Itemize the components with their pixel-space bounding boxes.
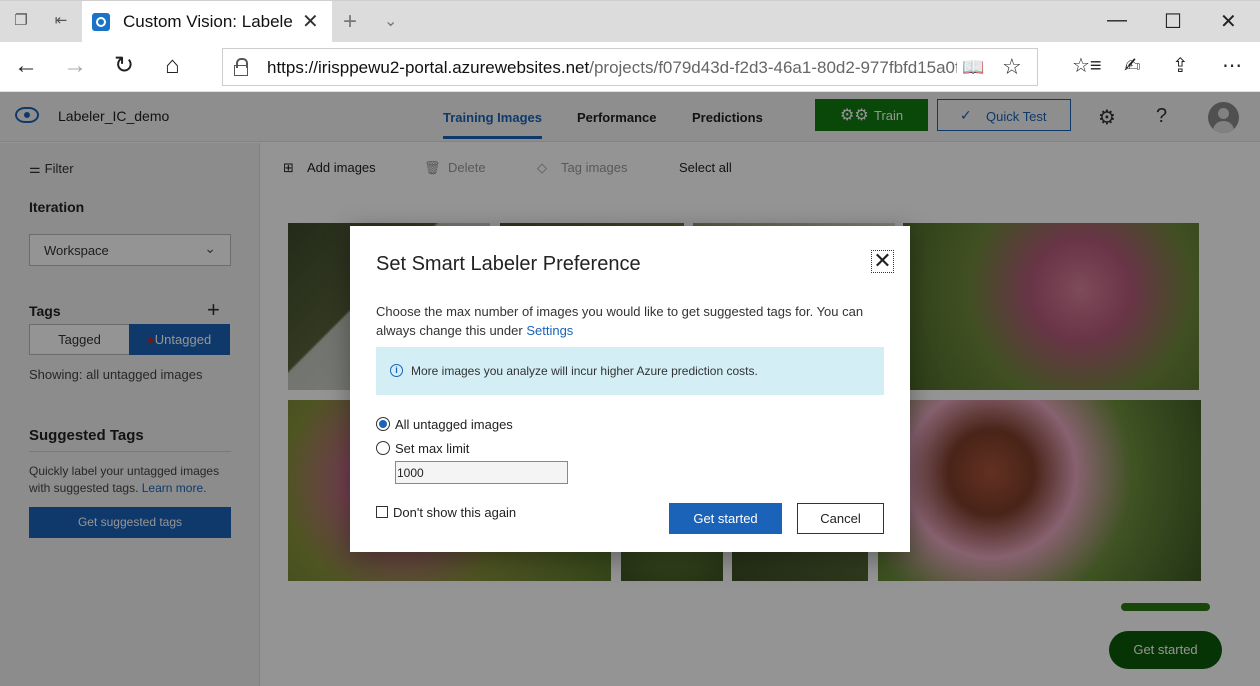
minimize-icon[interactable]: —	[1107, 9, 1127, 32]
window-close-icon[interactable]: ✕	[1220, 9, 1237, 34]
set-max-limit-label[interactable]: Set max limit	[395, 441, 469, 456]
address-field[interactable]: https://irisppewu2-portal.azurewebsites.…	[222, 48, 1038, 86]
max-limit-input[interactable]: 1000	[395, 461, 568, 484]
dont-show-label[interactable]: Don't show this again	[393, 505, 516, 520]
settings-link[interactable]: Settings	[526, 323, 573, 338]
back-arrow-icon[interactable]: ←	[14, 53, 38, 79]
url-host: https://irisppewu2-portal.azurewebsites.…	[267, 58, 590, 77]
set-max-limit-radio[interactable]	[376, 441, 390, 455]
dialog-description: Choose the max number of images you woul…	[376, 302, 886, 340]
tab-actions-icon[interactable]: ❐	[12, 13, 30, 29]
share-icon[interactable]: ⇪	[1172, 53, 1189, 79]
home-icon[interactable]: ⌂	[165, 53, 180, 79]
tab-preview-chevron-icon[interactable]: ⌄	[384, 11, 397, 31]
info-icon: i	[390, 364, 403, 377]
all-untagged-radio[interactable]	[376, 417, 390, 431]
url-path: /projects/f079d43d-f2d3-46a1-80d2-977fbf…	[589, 58, 957, 77]
close-tab-icon[interactable]: ✕	[302, 9, 319, 34]
dont-show-checkbox[interactable]	[376, 506, 388, 518]
dialog-desc-text: Choose the max number of images you woul…	[376, 304, 864, 338]
all-untagged-label[interactable]: All untagged images	[395, 417, 513, 432]
new-tab-icon[interactable]: +	[343, 8, 357, 36]
notes-pen-icon[interactable]: ✍	[1124, 53, 1141, 79]
smart-labeler-dialog: Set Smart Labeler Preference ✕ Choose th…	[350, 226, 910, 552]
dialog-title: Set Smart Labeler Preference	[376, 253, 641, 275]
info-text: More images you analyze will incur highe…	[411, 364, 758, 378]
favorite-star-icon[interactable]: ☆	[1002, 54, 1022, 80]
favorites-list-icon[interactable]: ☆≡	[1072, 53, 1102, 79]
close-icon[interactable]: ✕	[871, 250, 894, 273]
maximize-icon[interactable]: ☐	[1164, 9, 1182, 34]
lock-icon	[234, 58, 248, 76]
set-aside-tabs-icon[interactable]: ⇤	[52, 13, 70, 29]
reading-view-icon[interactable]: 📖	[962, 57, 984, 78]
browser-tab[interactable]: Custom Vision: Labeler_ ✕	[82, 1, 332, 43]
cancel-button[interactable]: Cancel	[797, 503, 884, 534]
custom-vision-favicon-icon	[92, 13, 110, 31]
forward-arrow-icon[interactable]: →	[63, 53, 87, 79]
tab-title: Custom Vision: Labeler_	[123, 12, 293, 31]
refresh-icon[interactable]: ↻	[114, 53, 134, 79]
info-banner: i More images you analyze will incur hig…	[376, 347, 884, 395]
address-toolbar: ← → ↻ ⌂ https://irisppewu2-portal.azurew…	[0, 42, 1260, 92]
url-text: https://irisppewu2-portal.azurewebsites.…	[267, 58, 957, 78]
get-started-button[interactable]: Get started	[669, 503, 782, 534]
browser-tab-bar: ❐ ⇤ Custom Vision: Labeler_ ✕ + ⌄ — ☐ ✕	[0, 0, 1260, 43]
more-icon[interactable]: ⋯	[1222, 53, 1242, 79]
